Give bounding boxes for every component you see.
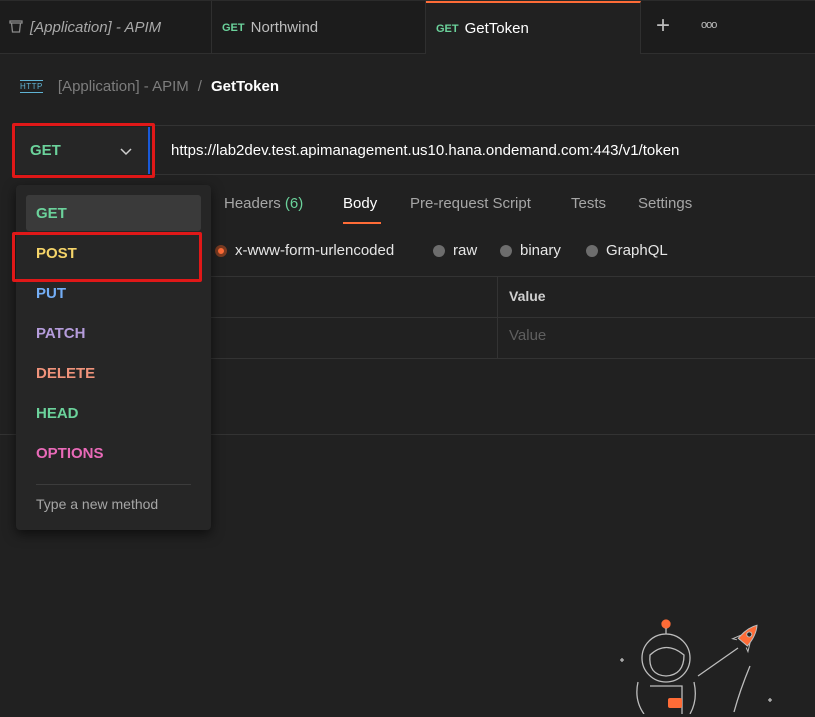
radio-graphql[interactable]: GraphQL [586,242,668,259]
tab-headers-label: Headers [224,195,281,212]
breadcrumb: HTTP [Application] - APIM / GetToken [20,74,279,98]
menu-item-put[interactable]: PUT [36,285,66,302]
menu-item-patch[interactable]: PATCH [36,325,85,342]
tab-title: GetToken [464,20,529,37]
table-top-border [200,276,815,277]
method-highlight-box [12,123,155,178]
post-highlight-box [12,232,202,282]
trash-icon [8,18,24,37]
menu-item-head[interactable]: HEAD [36,405,79,422]
menu-item-get[interactable]: GET [36,205,67,222]
tab-title: Northwind [250,19,319,36]
radio-urlencoded[interactable]: x-www-form-urlencoded [215,242,394,259]
radio-binary[interactable]: binary [500,242,561,259]
tab-settings[interactable]: Settings [638,195,692,212]
new-tab-button[interactable]: + [656,14,670,38]
tab-method: GET [436,22,459,35]
table-bottom-border [200,358,815,359]
tab-northwind[interactable]: GET Northwind [212,1,426,54]
tab-headers-count: (6) [284,195,304,212]
active-tab-indicator [343,222,381,224]
radio-label: x-www-form-urlencoded [235,242,395,259]
breadcrumb-current[interactable]: GetToken [211,78,279,95]
breadcrumb-separator: / [197,77,202,95]
url-value: https://lab2dev.test.apimanagement.us10.… [171,141,680,159]
radio-label: GraphQL [606,242,668,259]
tab-collection[interactable]: [Application] - APIM [0,1,212,54]
menu-item-delete[interactable]: DELETE [36,365,95,382]
tab-tests[interactable]: Tests [571,195,606,212]
table-header-value: Value [509,288,546,304]
http-request-icon: HTTP [20,79,43,93]
tab-body[interactable]: Body [343,195,377,212]
tab-prerequest-script[interactable]: Pre-request Script [410,195,531,212]
radio-unselected-icon [586,244,598,257]
radio-label: binary [520,242,561,259]
radio-unselected-icon [433,244,445,257]
breadcrumb-parent[interactable]: [Application] - APIM [58,78,189,95]
menu-item-options[interactable]: OPTIONS [36,445,104,462]
table-header-border [200,317,815,318]
tab-gettoken[interactable]: GET GetToken [426,1,641,54]
radio-raw[interactable]: raw [433,242,477,259]
tab-bar: [Application] - APIM GET Northwind GET G… [0,0,815,54]
tab-title: [Application] - APIM [30,19,162,36]
tab-method: GET [222,21,245,34]
column-divider [497,276,498,358]
value-input[interactable]: Value [509,327,546,344]
new-method-input[interactable]: Type a new method [36,496,158,512]
radio-selected-icon [215,244,227,257]
radio-label: raw [453,242,478,259]
radio-unselected-icon [500,244,512,257]
tab-headers[interactable]: Headers (6) [224,195,303,212]
more-options-icon[interactable]: ooo [701,19,717,31]
menu-divider [36,484,191,485]
astronaut-illustration [598,600,778,717]
url-input[interactable]: https://lab2dev.test.apimanagement.us10.… [155,125,815,175]
